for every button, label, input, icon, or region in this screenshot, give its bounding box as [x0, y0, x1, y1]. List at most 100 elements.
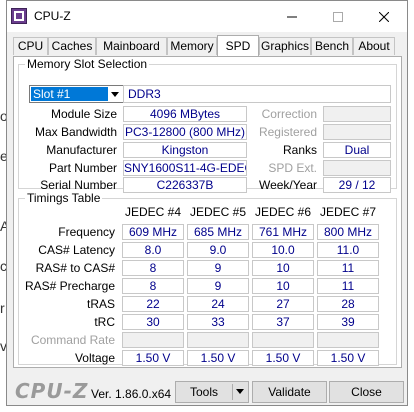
background-text-fragment: r [0, 300, 5, 316]
memory-slot-group: Memory Slot Selection Slot #1 DDR3 Modul… [18, 57, 397, 193]
chevron-down-icon[interactable] [107, 87, 123, 101]
timings-table-group: Timings Table JEDEC #4 JEDEC #5 JEDEC #6… [18, 191, 397, 366]
tab-bar: CPU Caches Mainboard Memory SPD Graphics… [13, 35, 401, 57]
cpuz-logo: CPU-Z [15, 379, 89, 403]
module-size-field: 4096 MBytes [123, 106, 247, 122]
timing-value-field: 9 [187, 260, 249, 276]
correction-label: Correction [261, 107, 317, 121]
ranks-label: Ranks [282, 143, 317, 157]
timings-column-header: JEDEC #5 [189, 205, 247, 219]
timing-row-label: RAS# to CAS# [35, 261, 115, 275]
cpuz-window: CPU-Z CPU Caches Mainboard Memory SPD Gr… [6, 0, 408, 406]
timing-value-field: 33 [187, 314, 249, 330]
timing-value-field: 609 MHz [122, 224, 184, 240]
timing-value-field: 8.0 [122, 242, 184, 258]
module-size-label: Module Size [50, 107, 117, 121]
group-title: Memory Slot Selection [25, 57, 150, 71]
ranks-field: Dual [323, 142, 391, 158]
spd-ext-field [323, 160, 391, 176]
timing-value-field [252, 332, 314, 348]
tab-about[interactable]: About [353, 37, 395, 55]
timing-row-label: RAS# Precharge [24, 279, 115, 293]
maximize-icon [333, 11, 343, 22]
registered-label: Registered [258, 125, 317, 139]
slot-select[interactable]: Slot #1 [29, 85, 125, 103]
timing-value-field: 8 [122, 278, 184, 294]
close-window-button[interactable] [361, 1, 407, 32]
tab-spd[interactable]: SPD [217, 35, 259, 57]
memory-type-field: DDR3 [123, 85, 391, 103]
timing-value-field: 761 MHz [252, 224, 314, 240]
tools-button-label: Tools [189, 385, 218, 399]
timing-value-field: 1.50 V [187, 350, 249, 366]
timing-value-field: 11 [317, 260, 379, 276]
timing-value-field: 8 [122, 260, 184, 276]
validate-button[interactable]: Validate [252, 381, 327, 403]
part-number-label: Part Number [48, 161, 117, 175]
max-bandwidth-field: PC3-12800 (800 MHz) [123, 124, 247, 140]
timing-value-field: 39 [317, 314, 379, 330]
timing-value-field: 10 [252, 260, 314, 276]
timing-row-label: Frequency [58, 225, 115, 239]
tab-caches[interactable]: Caches [48, 37, 96, 55]
timing-value-field: 685 MHz [187, 224, 249, 240]
timing-value-field: 10 [252, 278, 314, 294]
version-label: Ver. 1.86.0.x64 [91, 387, 172, 401]
close-button[interactable]: Close [329, 381, 404, 403]
timing-value-field [122, 332, 184, 348]
timing-row-label: Voltage [74, 351, 115, 365]
timing-row-label: CAS# Latency [38, 243, 115, 257]
timing-value-field: 9 [187, 278, 249, 294]
timing-value-field: 28 [317, 296, 379, 312]
tab-memory[interactable]: Memory [167, 37, 217, 55]
timing-value-field: 24 [187, 296, 249, 312]
spd-ext-label: SPD Ext. [268, 161, 317, 175]
serial-number-label: Serial Number [40, 178, 117, 192]
manufacturer-field: Kingston [123, 142, 247, 158]
part-number-field: SNY1600S11-4G-EDEG [123, 160, 247, 176]
timing-value-field: 22 [122, 296, 184, 312]
timing-value-field: 1.50 V [252, 350, 314, 366]
timings-column-header: JEDEC #4 [124, 205, 182, 219]
week-year-field: 29 / 12 [323, 177, 391, 193]
timing-value-field: 27 [252, 296, 314, 312]
timing-value-field: 1.50 V [122, 350, 184, 366]
timing-value-field [187, 332, 249, 348]
timing-value-field: 37 [252, 314, 314, 330]
timing-value-field [317, 332, 379, 348]
window-title: CPU-Z [34, 9, 71, 23]
timing-value-field: 800 MHz [317, 224, 379, 240]
correction-field [323, 106, 391, 122]
tab-cpu[interactable]: CPU [13, 37, 48, 55]
registered-field [323, 124, 391, 140]
maximize-button[interactable] [315, 1, 361, 32]
tab-bench[interactable]: Bench [311, 37, 353, 55]
group-title: Timings Table [25, 191, 103, 205]
minimize-button[interactable] [269, 1, 315, 32]
timing-row-label: tRC [94, 315, 115, 329]
slot-select-value: Slot #1 [31, 87, 108, 101]
timing-value-field: 10.0 [252, 242, 314, 258]
week-year-label: Week/Year [258, 178, 317, 192]
timing-value-field: 1.50 V [317, 350, 379, 366]
tab-mainboard[interactable]: Mainboard [96, 37, 167, 55]
title-bar[interactable]: CPU-Z [7, 1, 407, 32]
timing-row-label: Command Rate [30, 333, 115, 347]
cpuz-app-icon [11, 8, 27, 24]
serial-number-field: C226337B [123, 177, 247, 193]
timings-column-header: JEDEC #6 [254, 205, 312, 219]
timings-column-header: JEDEC #7 [319, 205, 377, 219]
divider [232, 384, 233, 400]
timing-value-field: 9.0 [187, 242, 249, 258]
chevron-down-icon[interactable] [236, 382, 244, 406]
timing-value-field: 11 [317, 278, 379, 294]
timing-value-field: 11.0 [317, 242, 379, 258]
minimize-icon [287, 16, 297, 17]
timing-value-field: 30 [122, 314, 184, 330]
spd-panel: Memory Slot Selection Slot #1 DDR3 Modul… [13, 56, 402, 368]
close-icon [379, 11, 389, 22]
timing-row-label: tRAS [86, 297, 115, 311]
tab-graphics[interactable]: Graphics [259, 37, 311, 55]
tools-button[interactable]: Tools [175, 381, 249, 403]
manufacturer-label: Manufacturer [46, 143, 117, 157]
